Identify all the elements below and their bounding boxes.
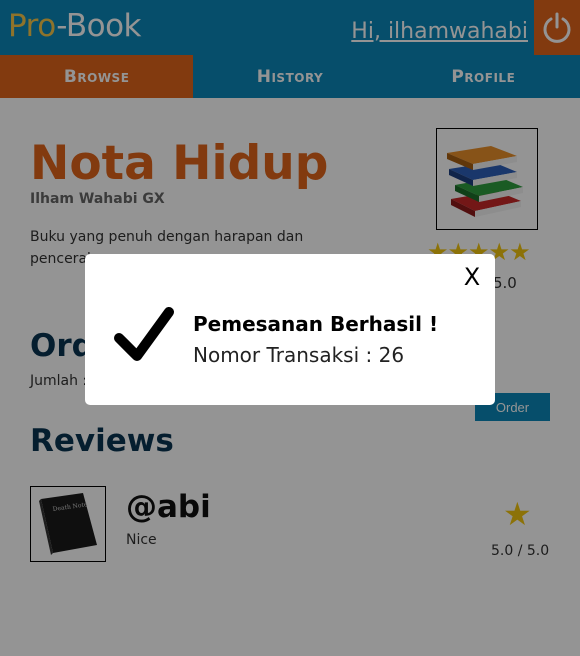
order-success-dialog: X Pemesanan Berhasil ! Nomor Transaksi :… <box>85 254 495 405</box>
transaction-number: Nomor Transaksi : 26 <box>193 343 405 367</box>
checkmark-icon <box>114 307 174 361</box>
close-button[interactable]: X <box>459 262 485 292</box>
dialog-title: Pemesanan Berhasil ! <box>193 312 439 336</box>
